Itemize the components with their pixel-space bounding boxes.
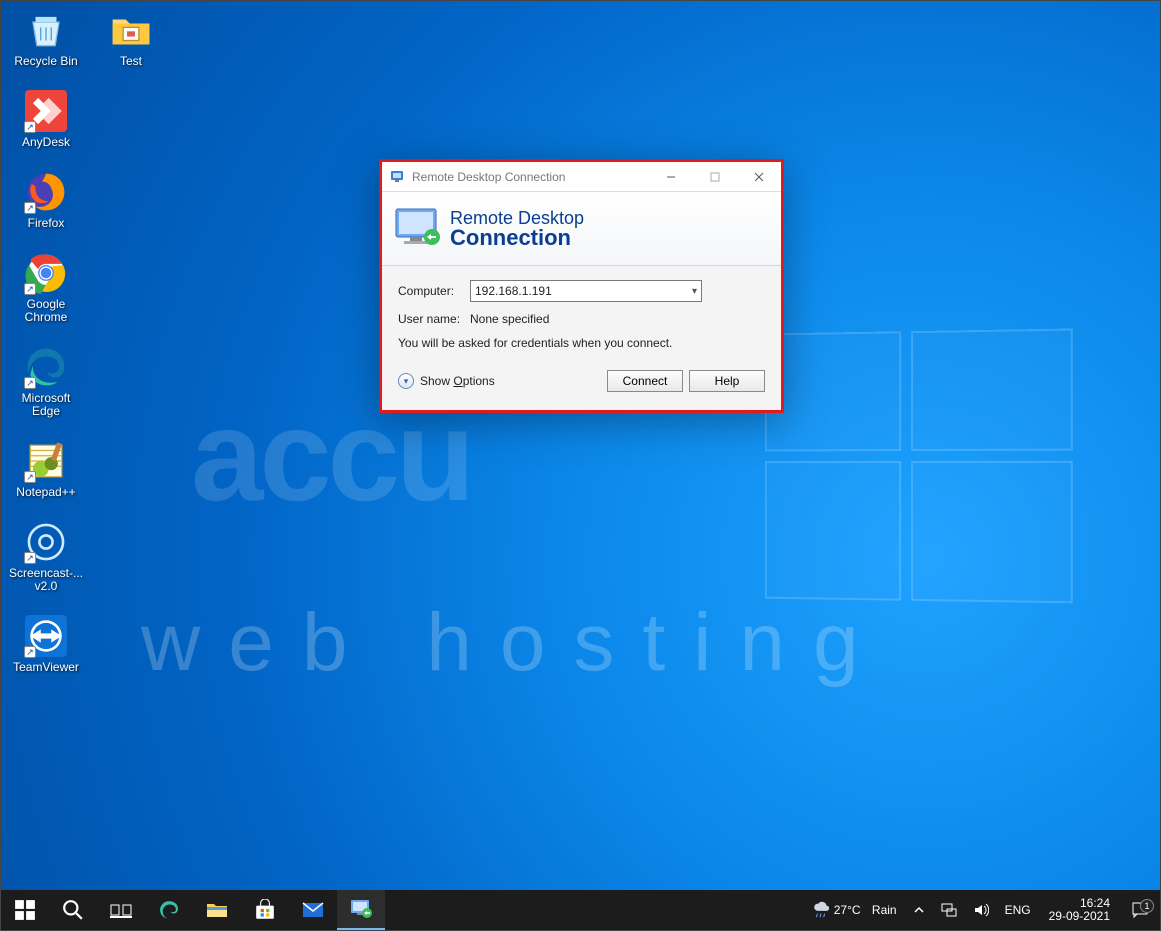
shortcut-arrow-icon: ↗ [24, 377, 36, 389]
desktop-icons-col1: Recycle Bin ↗ AnyDesk ↗ Firefox ↗ Google… [11, 9, 91, 696]
desktop-icon-microsoft-edge[interactable]: ↗ Microsoft Edge [11, 346, 81, 418]
weather-temp: 27°C [834, 903, 861, 917]
connect-button[interactable]: Connect [607, 370, 683, 392]
windows-desktop: accu web hosting Recycle Bin ↗ AnyDesk ↗… [0, 0, 1161, 931]
rdc-body: Computer: 192.168.1.191 ▾ User name: Non… [382, 266, 781, 410]
anydesk-icon: ↗ [25, 90, 67, 132]
show-options-toggle[interactable]: ▾ Show Options [398, 373, 495, 389]
username-value: None specified [470, 312, 549, 326]
rdc-app-icon [390, 169, 406, 185]
chevron-down-icon: ▾ [398, 373, 414, 389]
window-titlebar[interactable]: Remote Desktop Connection [382, 162, 781, 192]
firefox-icon: ↗ [25, 171, 67, 213]
teamviewer-icon: ↗ [25, 615, 67, 657]
desktop-icon-teamviewer[interactable]: ↗ TeamViewer [11, 615, 81, 674]
computer-label: Computer: [398, 284, 470, 298]
shortcut-arrow-icon: ↗ [24, 283, 36, 295]
desktop-icon-label: Google Chrome [11, 298, 81, 324]
rdc-banner: Remote DesktopConnection [382, 192, 781, 266]
search-icon [62, 899, 84, 921]
tray-language[interactable]: ENG [997, 890, 1039, 930]
show-options-label: Show Options [420, 374, 495, 388]
desktop-icon-anydesk[interactable]: ↗ AnyDesk [11, 90, 81, 149]
desktop-icon-google-chrome[interactable]: ↗ Google Chrome [11, 252, 81, 324]
volume-icon [973, 902, 989, 918]
shortcut-arrow-icon: ↗ [24, 646, 36, 658]
microsoft-store-icon [254, 899, 276, 921]
watermark-webhosting: web hosting [141, 596, 887, 690]
weather-widget[interactable]: 27°C Rain [804, 890, 905, 930]
desktop-icon-test-folder[interactable]: Test [96, 9, 166, 68]
weather-condition: Rain [872, 903, 897, 917]
shortcut-arrow-icon: ↗ [24, 121, 36, 133]
desktop-icon-label: Recycle Bin [14, 55, 77, 68]
taskbar: 27°C Rain ENG 16:24 29-09-2021 1 [1, 890, 1160, 930]
rdc-icon [350, 898, 372, 920]
mail-icon [302, 899, 324, 921]
network-icon [941, 902, 957, 918]
credentials-hint: You will be asked for credentials when y… [398, 336, 765, 350]
task-view-button[interactable] [97, 890, 145, 930]
tray-network-icon[interactable] [933, 890, 965, 930]
desktop-icon-label: Microsoft Edge [11, 392, 81, 418]
notepadpp-icon: ↗ [25, 440, 67, 482]
folder-icon [110, 9, 152, 51]
taskbar-app-edge[interactable] [145, 890, 193, 930]
username-label: User name: [398, 312, 470, 326]
desktop-icon-label: Notepad++ [16, 486, 75, 499]
tray-date: 29-09-2021 [1049, 910, 1110, 923]
minimize-button[interactable] [649, 162, 693, 192]
search-button[interactable] [49, 890, 97, 930]
desktop-icon-label: Firefox [28, 217, 65, 230]
screencast-icon: ↗ [25, 521, 67, 563]
help-button[interactable]: Help [689, 370, 765, 392]
chrome-icon: ↗ [25, 252, 67, 294]
tray-overflow[interactable] [905, 890, 933, 930]
action-center-button[interactable]: 1 [1120, 901, 1160, 919]
desktop-icon-screencast[interactable]: ↗ Screencast-... v2.0 [11, 521, 81, 593]
taskbar-app-store[interactable] [241, 890, 289, 930]
notification-count: 1 [1140, 899, 1154, 913]
shortcut-arrow-icon: ↗ [24, 471, 36, 483]
tray-clock[interactable]: 16:24 29-09-2021 [1039, 897, 1120, 923]
recycle-bin-icon [25, 9, 67, 51]
chevron-down-icon: ▾ [692, 286, 697, 297]
edge-icon: ↗ [25, 346, 67, 388]
start-button[interactable] [1, 890, 49, 930]
desktop-icon-label: AnyDesk [22, 136, 70, 149]
weather-rain-icon [812, 901, 830, 919]
maximize-button[interactable] [693, 162, 737, 192]
desktop-icon-notepad-plus-plus[interactable]: ↗ Notepad++ [11, 440, 81, 499]
windows-start-icon [14, 899, 36, 921]
rdc-banner-icon [394, 207, 442, 251]
chevron-up-icon [913, 904, 925, 916]
system-tray: 27°C Rain ENG 16:24 29-09-2021 1 [804, 890, 1160, 930]
desktop-icon-firefox[interactable]: ↗ Firefox [11, 171, 81, 230]
taskbar-app-rdc[interactable] [337, 890, 385, 930]
remote-desktop-window: Remote Desktop Connection Remote Desktop… [379, 159, 784, 413]
tray-language-label: ENG [1005, 903, 1031, 917]
desktop-icon-recycle-bin[interactable]: Recycle Bin [11, 9, 81, 68]
task-view-icon [110, 899, 132, 921]
desktop-icon-label: Screencast-... v2.0 [9, 567, 83, 593]
shortcut-arrow-icon: ↗ [24, 552, 36, 564]
tray-volume-icon[interactable] [965, 890, 997, 930]
taskbar-app-explorer[interactable] [193, 890, 241, 930]
file-explorer-icon [206, 899, 228, 921]
windows-logo-bg [765, 328, 1083, 613]
desktop-icon-label: TeamViewer [13, 661, 79, 674]
computer-combobox[interactable]: 192.168.1.191 ▾ [470, 280, 702, 302]
rdc-banner-title: Remote DesktopConnection [450, 208, 584, 249]
computer-value: 192.168.1.191 [475, 284, 552, 298]
window-title: Remote Desktop Connection [412, 170, 565, 184]
taskbar-app-mail[interactable] [289, 890, 337, 930]
desktop-icons-col2: Test [96, 9, 176, 90]
close-button[interactable] [737, 162, 781, 192]
shortcut-arrow-icon: ↗ [24, 202, 36, 214]
edge-icon [158, 899, 180, 921]
desktop-icon-label: Test [120, 55, 142, 68]
